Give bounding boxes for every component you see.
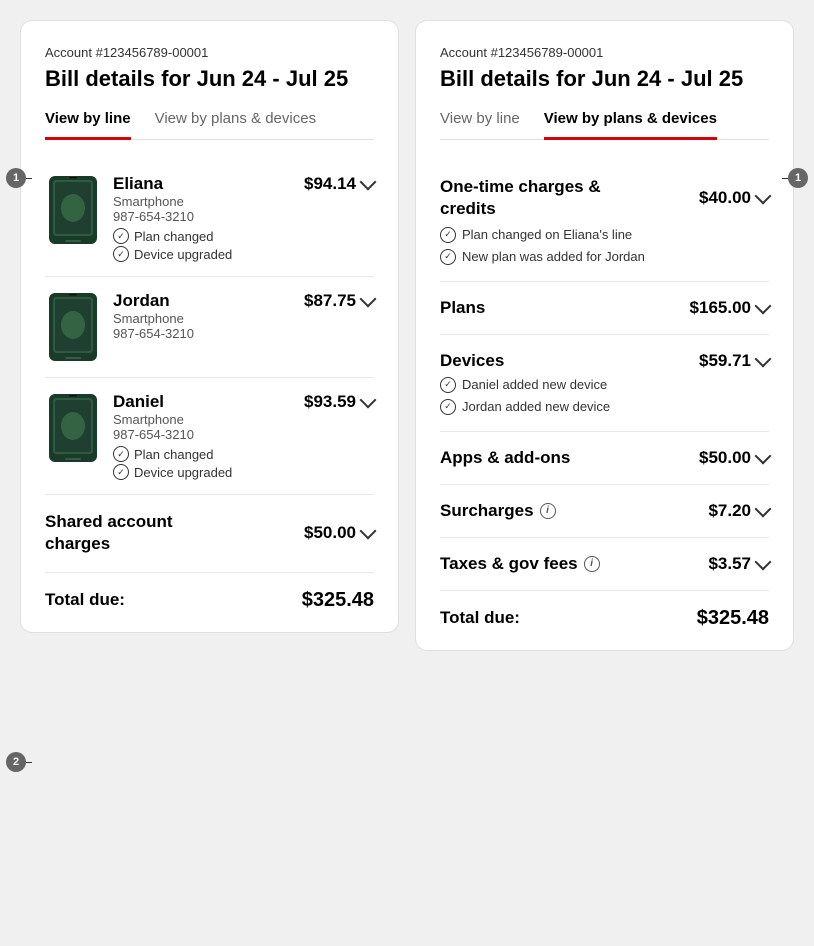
line-change-plan-daniel: Plan changed: [113, 446, 292, 462]
right-account-number: Account #123456789-00001: [440, 45, 769, 60]
category-amount-surcharges: $7.20: [708, 501, 769, 521]
category-row-taxes[interactable]: Taxes & gov fees i $3.57: [440, 554, 769, 574]
phone-image-eliana: [45, 174, 101, 246]
chevron-icon-shared: [360, 523, 377, 540]
chevron-icon-taxes: [755, 553, 772, 570]
line-name-jordan: Jordan: [113, 291, 292, 311]
chevron-icon-one-time: [755, 188, 772, 205]
chevron-icon-daniel: [360, 392, 377, 409]
line-info-daniel: Daniel Smartphone 987-654-3210 Plan chan…: [113, 392, 292, 480]
tab-view-by-plans-left[interactable]: View by plans & devices: [155, 110, 316, 140]
line-type-daniel: Smartphone: [113, 412, 292, 427]
category-one-time: One-time charges & credits $40.00 Plan c…: [440, 160, 769, 281]
shared-charges-section: Shared account charges $50.00: [45, 495, 374, 572]
chevron-icon-devices: [755, 350, 772, 367]
badge-1-left: 1: [6, 168, 26, 188]
category-taxes: Taxes & gov fees i $3.57: [440, 538, 769, 591]
left-tabs: View by line View by plans & devices: [45, 110, 374, 140]
line-item-eliana: Eliana Smartphone 987-654-3210 Plan chan…: [45, 160, 374, 277]
line-amount-jordan[interactable]: $87.75: [304, 291, 374, 311]
category-amount-one-time: $40.00: [699, 188, 769, 208]
chevron-icon-surcharges: [755, 500, 772, 517]
line-item-daniel: Daniel Smartphone 987-654-3210 Plan chan…: [45, 378, 374, 495]
check-icon: [113, 228, 129, 244]
line-change-device-eliana: Device upgraded: [113, 246, 292, 262]
line-item-jordan: Jordan Smartphone 987-654-3210 $87.75: [45, 277, 374, 378]
category-amount-devices: $59.71: [699, 351, 769, 371]
line-number-jordan: 987-654-3210: [113, 326, 292, 341]
badge-1-right: 1: [788, 168, 808, 188]
right-bill-title: Bill details for Jun 24 - Jul 25: [440, 66, 769, 92]
line-number-eliana: 987-654-3210: [113, 209, 292, 224]
category-row-devices[interactable]: Devices $59.71: [440, 351, 769, 371]
check-icon: [113, 246, 129, 262]
line-name-daniel: Daniel: [113, 392, 292, 412]
line-amount-eliana[interactable]: $94.14: [304, 174, 374, 194]
chevron-icon-apps: [755, 447, 772, 464]
line-name-eliana: Eliana: [113, 174, 292, 194]
shared-charges-row[interactable]: Shared account charges $50.00: [45, 511, 374, 555]
category-amount-apps: $50.00: [699, 448, 769, 468]
phone-image-jordan: [45, 291, 101, 363]
left-total-row: Total due: $325.48: [45, 573, 374, 612]
category-amount-taxes: $3.57: [708, 554, 769, 574]
sub-item-devices-0: Daniel added new device: [440, 377, 769, 393]
category-row-one-time[interactable]: One-time charges & credits $40.00: [440, 176, 769, 220]
right-total-amount: $325.48: [697, 607, 769, 630]
line-type-eliana: Smartphone: [113, 194, 292, 209]
category-label-plans: Plans: [440, 298, 485, 318]
category-label-taxes: Taxes & gov fees i: [440, 554, 600, 574]
left-total-label: Total due:: [45, 590, 125, 610]
right-panel: Account #123456789-00001 Bill details fo…: [415, 20, 794, 651]
info-icon-surcharges[interactable]: i: [540, 503, 556, 519]
tab-view-by-plans-right[interactable]: View by plans & devices: [544, 110, 717, 140]
line-change-device-daniel: Device upgraded: [113, 464, 292, 480]
check-icon: [440, 249, 456, 265]
chevron-icon-jordan: [360, 291, 377, 308]
right-total-row: Total due: $325.48: [440, 591, 769, 630]
sub-item-one-time-0: Plan changed on Eliana's line: [440, 227, 769, 243]
category-row-plans[interactable]: Plans $165.00: [440, 298, 769, 318]
check-icon: [440, 227, 456, 243]
shared-charges-label: Shared account charges: [45, 511, 205, 555]
category-row-surcharges[interactable]: Surcharges i $7.20: [440, 501, 769, 521]
category-amount-plans: $165.00: [690, 298, 769, 318]
left-total-amount: $325.48: [302, 589, 374, 612]
line-change-plan-eliana: Plan changed: [113, 228, 292, 244]
check-icon: [440, 399, 456, 415]
category-apps: Apps & add-ons $50.00: [440, 432, 769, 485]
left-panel: Account #123456789-00001 Bill details fo…: [20, 20, 399, 633]
category-devices: Devices $59.71 Daniel added new device J…: [440, 335, 769, 432]
line-info-jordan: Jordan Smartphone 987-654-3210: [113, 291, 292, 345]
category-label-apps: Apps & add-ons: [440, 448, 570, 468]
info-icon-taxes[interactable]: i: [584, 556, 600, 572]
line-amount-daniel[interactable]: $93.59: [304, 392, 374, 412]
chevron-icon-eliana: [360, 174, 377, 191]
right-tabs: View by line View by plans & devices: [440, 110, 769, 140]
right-total-label: Total due:: [440, 608, 520, 628]
category-label-devices: Devices: [440, 351, 504, 371]
sub-item-one-time-1: New plan was added for Jordan: [440, 249, 769, 265]
left-bill-title: Bill details for Jun 24 - Jul 25: [45, 66, 374, 92]
category-label-one-time: One-time charges & credits: [440, 176, 660, 220]
chevron-icon-plans: [755, 297, 772, 314]
category-row-apps[interactable]: Apps & add-ons $50.00: [440, 448, 769, 468]
line-info-eliana: Eliana Smartphone 987-654-3210 Plan chan…: [113, 174, 292, 262]
category-surcharges: Surcharges i $7.20: [440, 485, 769, 538]
category-plans: Plans $165.00: [440, 282, 769, 335]
check-icon: [113, 446, 129, 462]
category-label-surcharges: Surcharges i: [440, 501, 556, 521]
badge-2-left: 2: [6, 752, 26, 772]
check-icon: [113, 464, 129, 480]
left-account-number: Account #123456789-00001: [45, 45, 374, 60]
line-number-daniel: 987-654-3210: [113, 427, 292, 442]
check-icon: [440, 377, 456, 393]
tab-view-by-line-right[interactable]: View by line: [440, 110, 520, 140]
sub-item-devices-1: Jordan added new device: [440, 399, 769, 415]
phone-image-daniel: [45, 392, 101, 464]
tab-view-by-line-left[interactable]: View by line: [45, 110, 131, 140]
line-type-jordan: Smartphone: [113, 311, 292, 326]
shared-charges-amount: $50.00: [304, 523, 374, 543]
